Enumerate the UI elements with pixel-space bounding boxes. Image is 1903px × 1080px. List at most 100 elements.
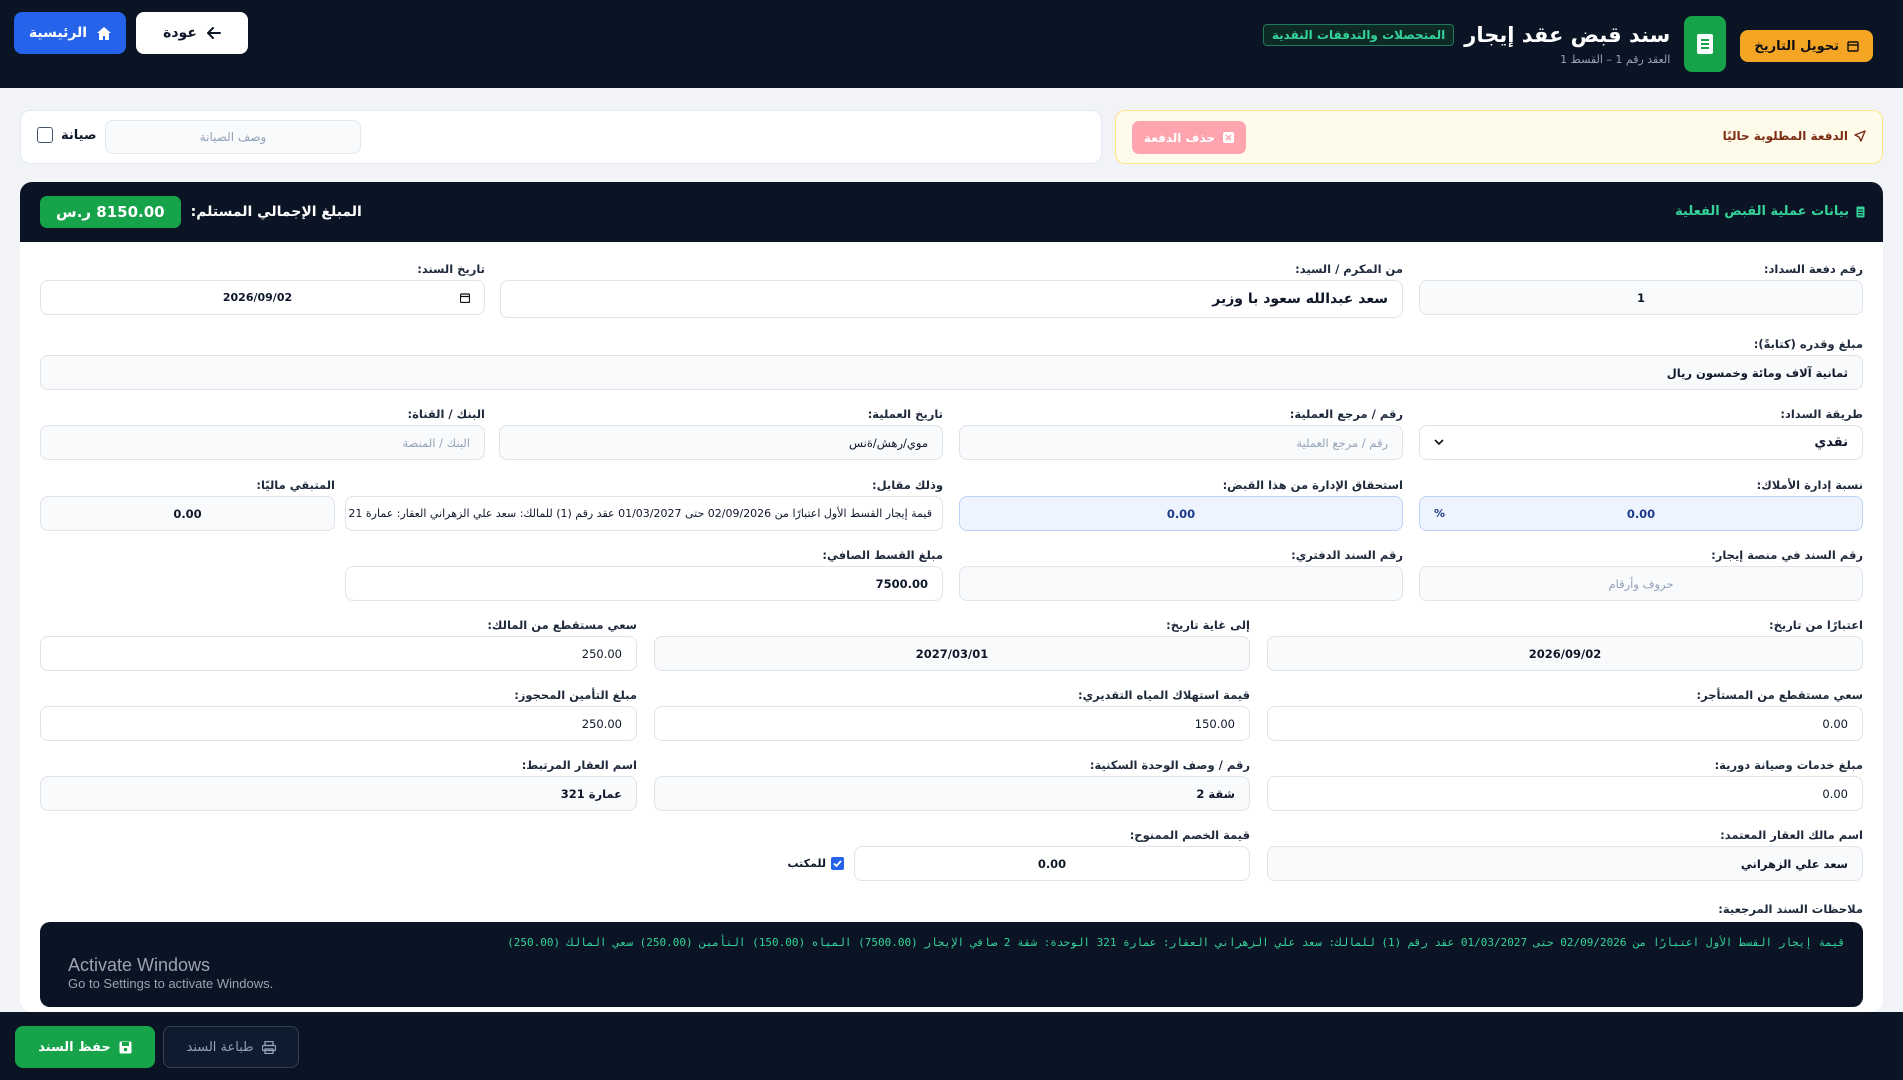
payment-method-select[interactable]: نقدي	[1419, 425, 1863, 460]
total-value: 8150.00 ر.س	[40, 196, 181, 228]
to-date-field: إلى غاية تاريخ: 2027/03/01	[654, 618, 1250, 671]
footer-bar: حفظ السند طباعة السند	[0, 1012, 1903, 1080]
operation-date-field: تاريخ العملية: موي/رهش/ةنس	[499, 407, 943, 460]
net-installment-field: مبلغ القسط الصافي: 7500.00	[345, 548, 943, 601]
receipt-icon	[1856, 206, 1865, 217]
send-icon	[1854, 130, 1866, 142]
calendar-icon	[1847, 41, 1859, 52]
maintenance-label: صيانة	[61, 127, 97, 143]
notes-label-wrap: ملاحظات السند المرجعية:	[1718, 902, 1863, 920]
commission-owner-input[interactable]: 250.00	[40, 636, 637, 671]
activate-windows-watermark: Activate Windows Go to Settings to activ…	[68, 955, 274, 991]
from-date-field: اعتبارًا من تاريخ: 2026/09/02	[1267, 618, 1863, 671]
home-button[interactable]: الرئيسية	[14, 12, 126, 54]
chevron-down-icon	[1434, 439, 1444, 446]
top-header: تحويل التاريخ سند قبض عقد إيجار المتحصلا…	[0, 0, 1903, 88]
discount-field: قيمة الخصم الممنوح: 0.00 للمكتب	[654, 828, 1250, 881]
operation-ref-field: رقم / مرجع العملية: رقم / مرجع العملية	[959, 407, 1403, 460]
save-icon	[119, 1041, 132, 1053]
title-text: سند قبض عقد إيجار المتحصلات والتدفقات ال…	[1262, 22, 1671, 66]
unit-desc-input[interactable]: شقة 2	[654, 776, 1250, 811]
owner-name-field: اسم مالك العقار المعتمد: سعد علي الزهران…	[1267, 828, 1863, 881]
receipt-card: بيانات عملية القبض الفعلية المبلغ الإجما…	[20, 182, 1883, 1012]
back-label: عودة	[163, 25, 197, 41]
operation-ref-input[interactable]: رقم / مرجع العملية	[959, 425, 1403, 460]
payment-number-input[interactable]: 1	[1419, 280, 1863, 315]
delete-icon	[1223, 132, 1235, 143]
convert-date-button[interactable]: تحويل التاريخ	[1740, 30, 1873, 62]
from-sir-field: من المكرم / السيد: سعد عبدالله سعود با و…	[500, 262, 1403, 318]
maintenance-toggle[interactable]: صيانة	[37, 127, 97, 143]
commission-tenant-field: سعي مستقطع من المستأجر: 0.00	[1267, 688, 1863, 741]
bank-channel-field: البنك / القناة: البنك / المنصة	[40, 407, 485, 460]
property-name-input[interactable]: عمارة 321	[40, 776, 637, 811]
maintenance-strip: صيانة وصف الصيانة	[20, 110, 1102, 164]
services-fee-input[interactable]: 0.00	[1267, 776, 1863, 811]
payment-method-field: طريقة السداد: نقدي	[1419, 407, 1863, 460]
notes-text: قيمة إيجار القسط الأول اعتبارًا من 02/09…	[507, 936, 1845, 949]
insurance-field: مبلغ التأمين المحجوز: 250.00	[40, 688, 637, 741]
owner-name-input[interactable]: سعد علي الزهراني	[1267, 846, 1863, 881]
delete-payment-label: حذف الدفعة	[1143, 130, 1216, 145]
water-estimate-input[interactable]: 150.00	[654, 706, 1250, 741]
home-label: الرئيسية	[28, 25, 88, 41]
receipt-date-field: تاريخ السند: 2026/09/02	[40, 262, 485, 315]
maintenance-checkbox[interactable]	[37, 127, 53, 143]
ejar-receipt-field: رقم السند في منصة إيجار: حروف وأرقام	[1419, 548, 1863, 601]
discount-input[interactable]: 0.00	[854, 846, 1250, 881]
mgmt-due-input[interactable]: 0.00	[959, 496, 1403, 531]
total-amount: المبلغ الإجمالي المستلم: 8150.00 ر.س	[40, 196, 362, 228]
save-label: حفظ السند	[38, 1039, 111, 1055]
commission-owner-field: سعي مستقطع من المالك: 250.00	[40, 618, 637, 671]
category-badge: المتحصلات والتدفقات النقدية	[1262, 23, 1455, 46]
amount-words-input[interactable]: ثمانية آلاف ومائة وخمسون ريال	[40, 355, 1863, 390]
commission-tenant-input[interactable]: 0.00	[1267, 706, 1863, 741]
office-toggle[interactable]: للمكتب	[787, 857, 844, 870]
document-icon	[1684, 16, 1727, 72]
net-installment-input[interactable]: 7500.00	[345, 566, 943, 601]
amount-words-field: مبلغ وقدره (كتابةً): ثمانية آلاف ومائة و…	[40, 337, 1863, 390]
book-receipt-input[interactable]	[959, 566, 1403, 601]
payment-number-field: رقم دفعة السداد: 1	[1419, 262, 1863, 315]
section-title: بيانات عملية القبض الفعلية	[1675, 204, 1865, 219]
insurance-input[interactable]: 250.00	[40, 706, 637, 741]
from-sir-input[interactable]: سعد عبدالله سعود با وزير	[500, 280, 1403, 318]
calendar-icon[interactable]	[460, 292, 470, 303]
print-label: طباعة السند	[186, 1039, 254, 1055]
delete-payment-button[interactable]: حذف الدفعة	[1132, 121, 1246, 154]
receipt-date-input[interactable]: 2026/09/02	[40, 280, 485, 315]
unit-desc-field: رقم / وصف الوحدة السكنية: شقة 2	[654, 758, 1250, 811]
mgmt-ratio-field: نسبة إدارة الأملاك: 0.00 %	[1419, 478, 1863, 531]
page-subtitle: العقد رقم 1 – القسط 1	[1560, 52, 1671, 66]
convert-date-label: تحويل التاريخ	[1754, 38, 1839, 54]
due-label: الدفعة المطلوبة حاليًا	[1723, 129, 1866, 143]
from-date-input[interactable]: 2026/09/02	[1267, 636, 1863, 671]
operation-date-input[interactable]: موي/رهش/ةنس	[499, 425, 943, 460]
ejar-receipt-input[interactable]: حروف وأرقام	[1419, 566, 1863, 601]
printer-icon	[261, 1040, 276, 1054]
back-button[interactable]: عودة	[136, 12, 248, 54]
in-return-input[interactable]: قيمة إيجار القسط الأول اعتبارًا من 02/09…	[345, 496, 943, 531]
current-payment-strip: الدفعة المطلوبة حاليًا حذف الدفعة	[1115, 110, 1883, 164]
mgmt-ratio-input[interactable]: 0.00 %	[1419, 496, 1863, 531]
in-return-field: وذلك مقابل: قيمة إيجار القسط الأول اعتبا…	[345, 478, 943, 531]
water-estimate-field: قيمة استهلاك المياه التقديري: 150.00	[654, 688, 1250, 741]
percent-suffix: %	[1434, 507, 1446, 520]
card-header: بيانات عملية القبض الفعلية المبلغ الإجما…	[20, 182, 1883, 242]
remaining-input[interactable]: 0.00	[40, 496, 335, 531]
page-title: سند قبض عقد إيجار	[1464, 22, 1671, 47]
office-label: للمكتب	[787, 857, 826, 870]
bank-channel-input[interactable]: البنك / المنصة	[40, 425, 485, 460]
checkbox-checked-icon[interactable]	[831, 857, 844, 870]
arrow-left-icon	[206, 27, 221, 39]
save-receipt-button[interactable]: حفظ السند	[15, 1026, 155, 1068]
notes-textarea[interactable]: قيمة إيجار القسط الأول اعتبارًا من 02/09…	[40, 922, 1863, 1007]
top-left-actions: عودة الرئيسية	[14, 12, 248, 54]
property-name-field: اسم العقار المرتبط: عمارة 321	[40, 758, 637, 811]
maintenance-description-input[interactable]: وصف الصيانة	[105, 120, 361, 154]
remaining-field: المتبقي ماليًا: 0.00	[40, 478, 335, 531]
services-fee-field: مبلغ خدمات وصيانة دورية: 0.00	[1267, 758, 1863, 811]
print-receipt-button[interactable]: طباعة السند	[163, 1026, 299, 1068]
title-block: تحويل التاريخ سند قبض عقد إيجار المتحصلا…	[1262, 16, 1873, 72]
to-date-input[interactable]: 2027/03/01	[654, 636, 1250, 671]
